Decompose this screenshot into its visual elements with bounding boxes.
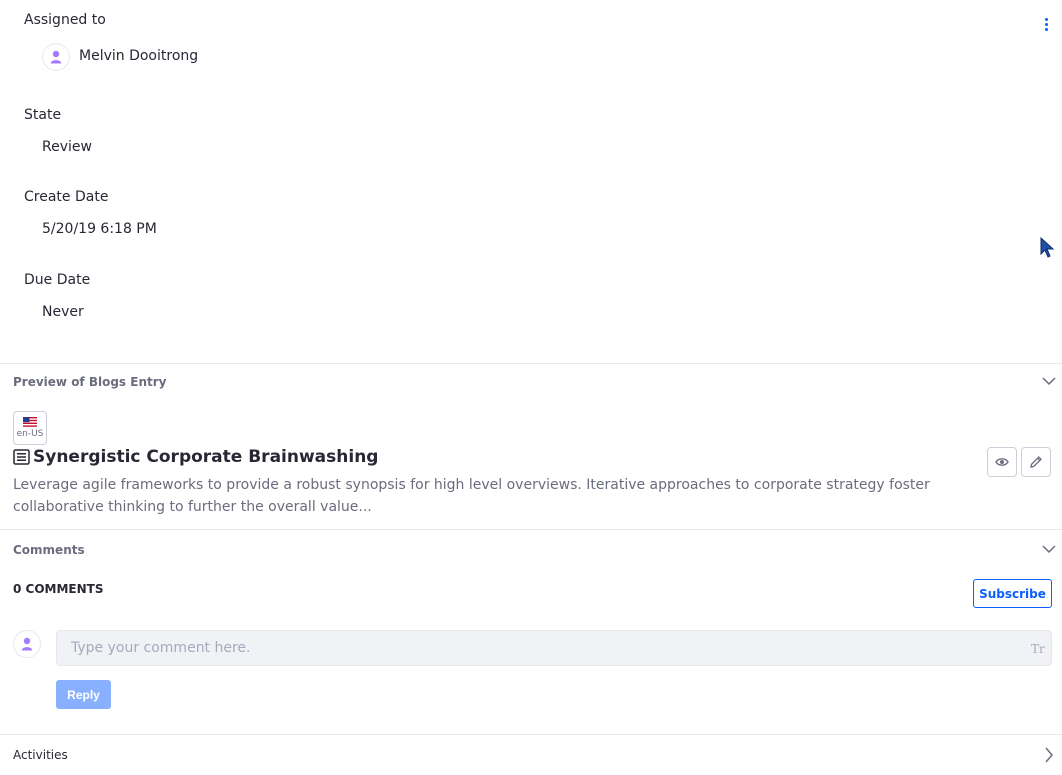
text-format-icon[interactable]: Tr — [1031, 642, 1045, 656]
chevron-down-icon — [1042, 377, 1056, 386]
user-icon — [21, 637, 33, 651]
activities-panel-title: Activities — [13, 748, 68, 762]
divider — [0, 734, 1062, 735]
commenter-avatar — [13, 630, 41, 658]
comments-panel-title: Comments — [13, 543, 85, 557]
create-date-value: 5/20/19 6:18 PM — [42, 221, 157, 237]
state-value: Review — [42, 139, 92, 155]
user-icon — [50, 50, 62, 64]
mouse-cursor-icon — [1040, 236, 1055, 258]
edit-entry-button[interactable] — [1021, 447, 1051, 477]
eye-icon — [995, 458, 1009, 466]
chevron-down-icon — [1042, 545, 1056, 554]
reply-button[interactable]: Reply — [56, 680, 111, 709]
view-entry-button[interactable] — [987, 447, 1017, 477]
state-label: State — [24, 107, 62, 123]
due-date-value: Never — [42, 304, 84, 320]
comments-count: 0 COMMENTS — [13, 582, 104, 596]
flag-us-icon — [23, 417, 37, 427]
assigned-to-label: Assigned to — [24, 12, 106, 28]
divider — [0, 363, 1062, 364]
entry-description: Leverage agile frameworks to provide a r… — [13, 477, 930, 515]
blog-entry-icon — [13, 449, 30, 465]
due-date-label: Due Date — [24, 272, 91, 288]
create-date-label: Create Date — [24, 189, 109, 205]
comment-input[interactable] — [56, 630, 1052, 666]
preview-panel-title: Preview of Blogs Entry — [13, 375, 167, 389]
entry-title[interactable]: Synergistic Corporate Brainwashing — [33, 447, 378, 467]
divider — [0, 529, 1062, 530]
kebab-menu-icon[interactable] — [1040, 18, 1052, 32]
assignee-name: Melvin Dooitrong — [79, 48, 199, 64]
chevron-right-icon — [1045, 747, 1053, 763]
assignee-avatar — [42, 43, 70, 71]
locale-code: en-US — [16, 429, 44, 439]
locale-flag: en-US — [13, 411, 47, 445]
pencil-icon — [1030, 456, 1042, 468]
subscribe-button[interactable]: Subscribe — [973, 579, 1052, 608]
